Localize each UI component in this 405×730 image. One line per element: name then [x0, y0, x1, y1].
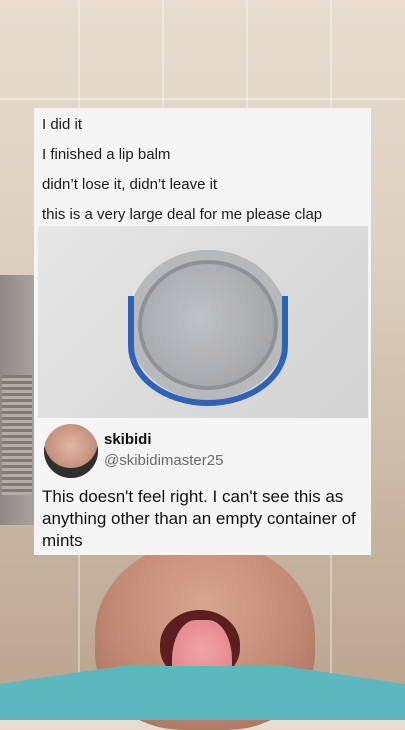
post-image	[38, 226, 368, 418]
user-handle[interactable]: @skibidimaster25	[104, 452, 223, 469]
post-line: I finished a lip balm	[42, 146, 171, 163]
reply-tweet: skibidi @skibidimaster25 This doesn't fe…	[38, 424, 368, 554]
avatar[interactable]	[44, 424, 98, 478]
reply-text: This doesn't feel right. I can't see thi…	[42, 487, 356, 550]
post-line: didn’t lose it, didn’t leave it	[42, 176, 218, 193]
air-conditioner-vent	[2, 375, 32, 495]
post-card: I did it I finished a lip balm didn’t lo…	[34, 108, 371, 555]
tin-blue-band	[128, 296, 288, 406]
display-name[interactable]: skibidi	[104, 431, 152, 448]
post-line: I did it	[42, 116, 83, 133]
person-shirt	[0, 666, 405, 720]
air-conditioner	[0, 275, 38, 525]
post-text: I did it I finished a lip balm didn’t lo…	[34, 108, 371, 230]
tile-grout-line	[0, 98, 405, 100]
